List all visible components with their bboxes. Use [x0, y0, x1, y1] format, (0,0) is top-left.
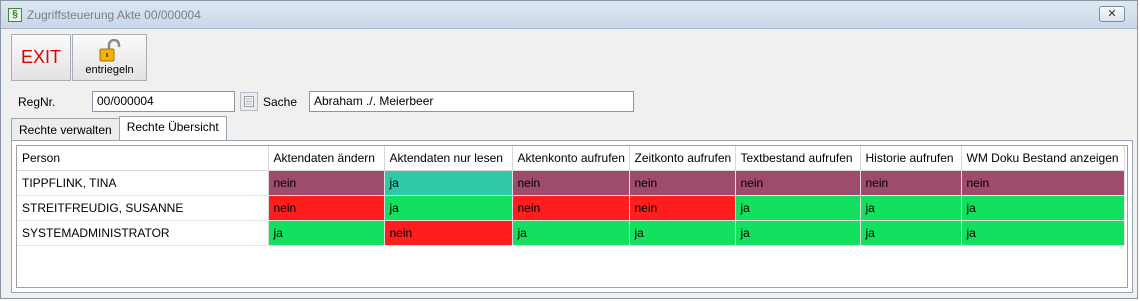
rights-cell[interactable]: ja	[512, 220, 630, 246]
column-header[interactable]: Textbestand aufrufen	[735, 146, 861, 171]
rights-grid: Person Aktendaten ändern Aktendaten nur …	[16, 145, 1128, 288]
close-button[interactable]: ✕	[1099, 6, 1125, 22]
rights-cell[interactable]: nein	[629, 170, 736, 196]
person-cell[interactable]: TIPPFLINK, TINA	[17, 170, 269, 196]
person-cell[interactable]: SYSTEMADMINISTRATOR	[17, 220, 269, 246]
column-header[interactable]: Aktenkonto aufrufen	[512, 146, 630, 171]
title-bar: § Zugriffsteuerung Akte 00/000004 ✕	[1, 1, 1137, 29]
sache-field[interactable]: Abraham ./. Meierbeer	[309, 91, 634, 112]
rights-cell[interactable]: ja	[735, 220, 861, 246]
rights-cell[interactable]: ja	[629, 220, 736, 246]
rights-cell[interactable]: ja	[384, 170, 513, 196]
tab-bar: Rechte verwalten Rechte Übersicht	[11, 116, 227, 140]
rights-cell[interactable]: nein	[512, 195, 630, 221]
rights-table: Person Aktendaten ändern Aktendaten nur …	[17, 146, 1125, 246]
rights-cell[interactable]: nein	[961, 170, 1125, 196]
unlock-button[interactable]: entriegeln	[72, 34, 147, 81]
rights-cell[interactable]: ja	[860, 195, 962, 221]
column-header[interactable]: Aktendaten nur lesen	[384, 146, 513, 171]
column-header[interactable]: Aktendaten ändern	[268, 146, 385, 171]
lookup-icon	[244, 96, 254, 107]
table-row[interactable]: TIPPFLINK, TINA nein ja nein nein nein n…	[17, 170, 1125, 196]
regnr-field[interactable]: 00/000004	[92, 91, 235, 112]
form-row: RegNr. 00/000004 Sache Abraham ./. Meier…	[1, 91, 1137, 113]
column-header[interactable]: Zeitkonto aufrufen	[629, 146, 736, 171]
toolbar: EXIT entriegeln	[11, 34, 147, 81]
window-title: Zugriffsteuerung Akte 00/000004	[27, 7, 201, 22]
table-row[interactable]: STREITFREUDIG, SUSANNE nein ja nein nein…	[17, 195, 1125, 221]
rights-cell[interactable]: nein	[268, 170, 385, 196]
tab-rechte-uebersicht[interactable]: Rechte Übersicht	[118, 116, 227, 140]
rights-cell[interactable]: nein	[860, 170, 962, 196]
table-header-row: Person Aktendaten ändern Aktendaten nur …	[17, 146, 1125, 171]
exit-button[interactable]: EXIT	[11, 34, 71, 81]
rights-cell[interactable]: nein	[268, 195, 385, 221]
app-icon: §	[8, 7, 22, 22]
sache-label: Sache	[263, 95, 298, 109]
person-cell[interactable]: STREITFREUDIG, SUSANNE	[17, 195, 269, 221]
rights-cell[interactable]: nein	[629, 195, 736, 221]
rights-cell[interactable]: ja	[961, 195, 1125, 221]
rights-cell[interactable]: ja	[860, 220, 962, 246]
regnr-lookup-button[interactable]	[240, 92, 258, 111]
window: § Zugriffsteuerung Akte 00/000004 ✕ EXIT…	[0, 0, 1138, 299]
column-header[interactable]: WM Doku Bestand anzeigen	[961, 146, 1125, 171]
rights-cell[interactable]: ja	[961, 220, 1125, 246]
tab-rechte-verwalten[interactable]: Rechte verwalten	[11, 118, 120, 140]
regnr-label: RegNr.	[18, 95, 56, 109]
rights-cell[interactable]: ja	[268, 220, 385, 246]
rights-cell[interactable]: nein	[512, 170, 630, 196]
table-row[interactable]: SYSTEMADMINISTRATOR ja nein ja ja ja ja …	[17, 220, 1125, 246]
rights-cell[interactable]: nein	[384, 220, 513, 246]
rights-cell[interactable]: nein	[735, 170, 861, 196]
column-header[interactable]: Historie aufrufen	[860, 146, 962, 171]
column-header[interactable]: Person	[17, 146, 269, 171]
tab-panel: Person Aktendaten ändern Aktendaten nur …	[11, 140, 1133, 293]
rights-cell[interactable]: ja	[735, 195, 861, 221]
rights-cell[interactable]: ja	[384, 195, 513, 221]
unlock-icon	[99, 39, 121, 62]
unlock-label: entriegeln	[85, 64, 134, 76]
